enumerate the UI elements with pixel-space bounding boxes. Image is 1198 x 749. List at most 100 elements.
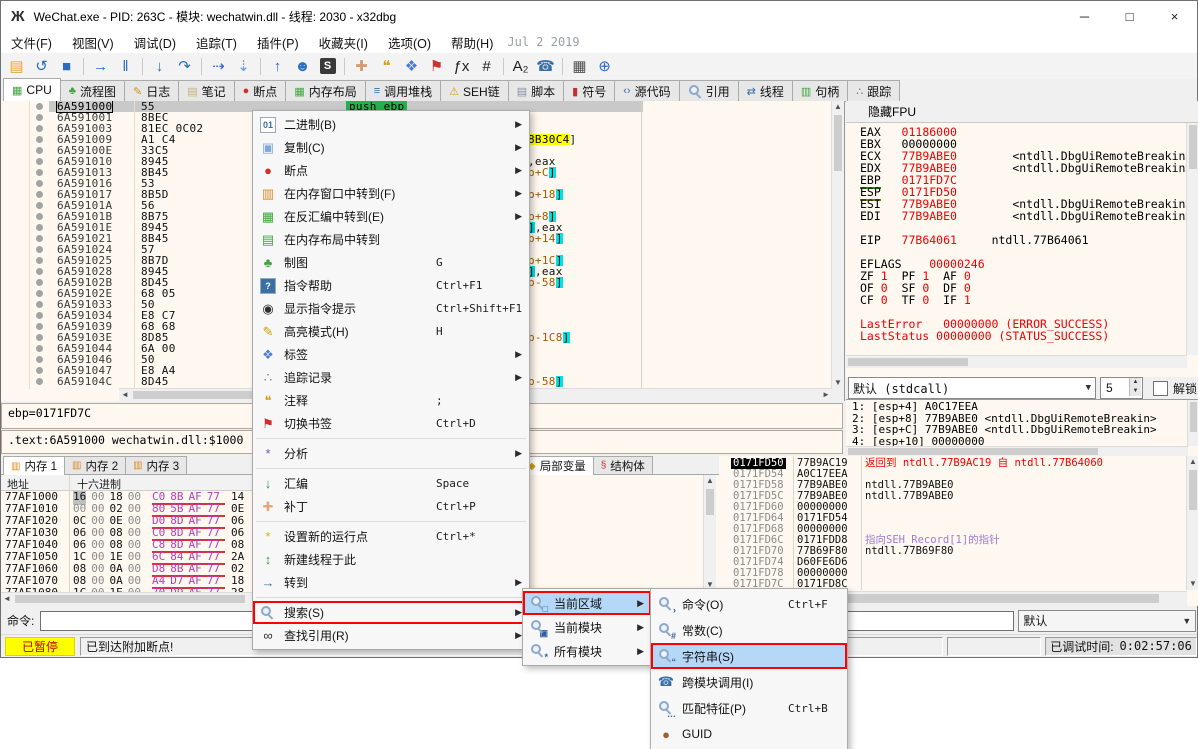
registers-hscroll-thumb[interactable] [848,358,968,366]
breakpoint-dot-icon[interactable] [36,136,43,143]
register-line[interactable]: EIP 77B64061 ntdll.77B64061 [860,234,1185,246]
registers-vscroll-thumb[interactable] [1189,125,1197,169]
register-line[interactable]: LastStatus 00000000 (STATUS_SUCCESS) [860,330,1185,342]
settings-globe-button[interactable]: ⊕ [592,55,617,77]
breakpoint-dot-icon[interactable] [36,235,43,242]
menu-item-analysis[interactable]: *分析▶ [253,442,529,465]
stop-button[interactable]: ■ [54,55,79,77]
scroll-down-icon[interactable]: ▼ [832,377,844,389]
breakpoint-dot-icon[interactable] [36,334,43,341]
stack-row[interactable]: 0171FD7800000000 [719,568,1187,579]
run-to-selection-button[interactable]: ⇢ [206,55,231,77]
tab-memory-2[interactable]: ▥内存 2 [64,456,126,474]
stack-row[interactable]: 0171FD7077B69F80ntdll.77B69F80 [719,546,1187,557]
tab-graph[interactable]: ♣流程图 [60,80,125,101]
registers-panel[interactable]: 隐藏FPU EAX 01186000EBX 00000000ECX 77B9AB… [846,101,1198,399]
scroll-up-icon[interactable]: ▲ [832,101,844,113]
tab-memory-1[interactable]: ▥内存 1 [3,456,65,475]
breakpoint-dot-icon[interactable] [36,202,43,209]
stepper-up-icon[interactable]: ▲ [1129,378,1141,387]
menu-item-assemble[interactable]: ↓汇编Space [253,472,529,495]
menu-item-goto[interactable]: →转到▶ [253,571,529,594]
stack-row[interactable]: 0171FD5077B9AC19返回到 ntdll.77B9AC19 自 ntd… [719,458,1187,469]
tab-notes[interactable]: ▤笔记 [178,80,234,101]
menu-item-binary[interactable]: 01二进制(B)▶ [253,113,529,136]
stack-row[interactable]: 0171FD5C77B9ABE0ntdll.77B9ABE0 [719,491,1187,502]
scroll-left-icon[interactable]: ◄ [119,389,131,401]
arguments-vscroll-thumb[interactable] [1190,402,1197,432]
tab-breakpoints[interactable]: ●断点 [234,80,287,101]
menubar-item-5[interactable]: 收藏夹(I) [309,31,378,53]
tab-struct[interactable]: § 结构体 [593,456,653,474]
registers-vscrollbar[interactable] [1186,123,1198,355]
menu-item-copy[interactable]: ▣复制(C)▶ [253,136,529,159]
scroll-down-icon[interactable]: ▼ [1187,578,1198,590]
menu-item-follow-disasm[interactable]: ▦在反汇编中转到(E)▶ [253,205,529,228]
calling-convention-select[interactable]: 默认 (stdcall) ▼ [848,377,1096,399]
stack-vscroll-thumb[interactable] [1189,470,1197,510]
open-file-button[interactable]: ▤ [4,55,29,77]
menubar-item-6[interactable]: 选项(O) [378,31,441,53]
tab-memory-map[interactable]: ▦内存布局 [285,80,365,101]
argument-depth-stepper[interactable]: 5 ▲▼ [1100,377,1143,399]
tab-script[interactable]: ▤脚本 [508,80,564,101]
stepper-down-icon[interactable]: ▼ [1129,387,1141,396]
scroll-right-icon[interactable]: ► [820,389,832,401]
execute-till-return-button[interactable]: ↑ [265,55,290,77]
stack-row[interactable]: 0171FD6000000000 [719,502,1187,513]
locals-panel[interactable]: ◆ 局部变量 § 结构体 ▲ ▼ [519,456,720,606]
menu-item-follow-memmap[interactable]: ▤在内存布局中转到 [253,228,529,251]
menu-item-set-new-origin[interactable]: *设置新的运行点Ctrl+* [253,525,529,548]
tab-log[interactable]: ✎日志 [124,80,179,101]
menubar-item-4[interactable]: 插件(P) [247,31,309,53]
menubar-item-3[interactable]: 追踪(T) [186,31,247,53]
breakpoint-dot-icon[interactable] [36,367,43,374]
menu-item-label[interactable]: ❖标签▶ [253,343,529,366]
scroll-left-icon[interactable]: ◄ [1,593,13,605]
menu-item-toggle-bookmark[interactable]: ⚑切换书签Ctrl+D [253,412,529,435]
submenu-item-pattern[interactable]: …匹配特征(P)Ctrl+B [651,695,847,721]
command-script-select[interactable]: 默认 ▼ [1018,610,1196,632]
breakpoint-dot-icon[interactable] [36,169,43,176]
string-references-button[interactable]: # [474,55,499,77]
tab-references[interactable]: 引用 [679,80,739,101]
tab-handles[interactable]: ▥句柄 [792,80,848,101]
stepper-buttons[interactable]: ▲▼ [1129,378,1141,396]
menu-item-graph[interactable]: ♣制图G [253,251,529,274]
register-line[interactable]: CF 0 TF 0 IF 1 [860,294,1185,306]
submenu-item-constant[interactable]: #常数(C) [651,617,847,643]
breakpoint-dot-icon[interactable] [36,301,43,308]
locals-vscrollbar[interactable]: ▲ ▼ [703,475,716,591]
tab-trace[interactable]: ∴跟踪 [847,80,900,101]
breakpoint-dot-icon[interactable] [36,114,43,121]
stack-row[interactable]: 0171FD640171FD54 [719,513,1187,524]
step-into-button[interactable]: ↓ [147,55,172,77]
breakpoint-dot-icon[interactable] [36,312,43,319]
pause-button[interactable]: ‖ [113,55,138,77]
breakpoint-dot-icon[interactable] [36,246,43,253]
disasm-vscrollbar[interactable]: ▲ ▼ [831,101,844,389]
breakpoint-dot-icon[interactable] [36,279,43,286]
breakpoint-dot-icon[interactable] [36,224,43,231]
calculator-button[interactable]: ▦ [567,55,592,77]
breakpoint-dot-icon[interactable] [36,125,43,132]
register-line[interactable]: EDI 77B9ABE0 <ntdll.DbgUiRemoteBreakin> [860,210,1185,222]
menu-item-search[interactable]: 搜索(S)▶ [253,601,529,624]
breakpoint-dot-icon[interactable] [36,268,43,275]
stack-vscrollbar[interactable]: ▲ ▼ [1186,456,1198,590]
tab-memory-3[interactable]: ▥内存 3 [125,456,187,474]
tab-threads[interactable]: ⇄线程 [738,80,793,101]
ascii-table-button[interactable]: A₂ [508,55,533,77]
menubar-item-0[interactable]: 文件(F) [1,31,62,53]
locals-vscroll-thumb[interactable] [706,489,714,515]
labels-button[interactable]: ❖ [399,55,424,77]
breakpoint-dot-icon[interactable] [36,378,43,385]
comments-button[interactable]: ❝ [374,55,399,77]
menu-item-instruction-help[interactable]: ?指令帮助Ctrl+F1 [253,274,529,297]
animate-into-button[interactable]: ⇣ [231,55,256,77]
submenu-item-command[interactable]: ›命令(O)Ctrl+F [651,591,847,617]
disasm-vscroll-thumb[interactable] [834,115,842,171]
breakpoint-dot-icon[interactable] [36,158,43,165]
argument-line[interactable]: 3: [esp+C] 77B9ABE0 <ntdll.DbgUiRemoteBr… [852,424,1157,436]
breakpoint-dot-icon[interactable] [36,323,43,330]
